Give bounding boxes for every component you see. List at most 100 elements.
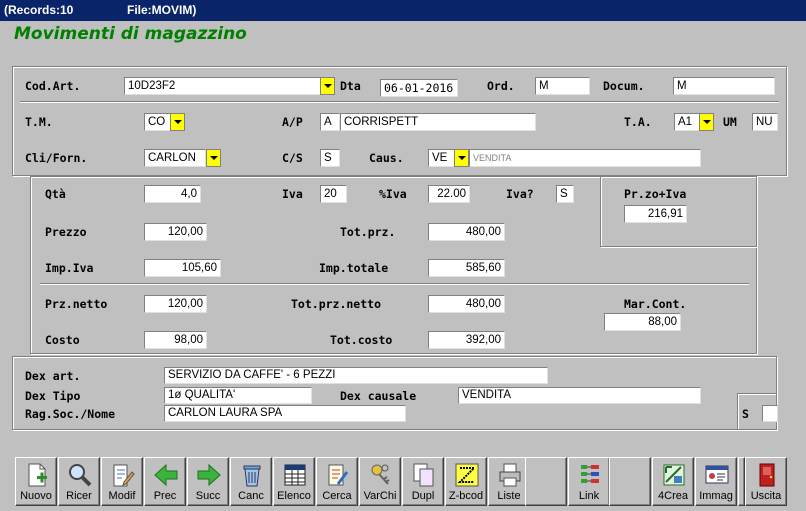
cod-art-field[interactable]: 10D23F2 <box>124 77 321 95</box>
imp-totale-label: Imp.totale <box>319 261 389 275</box>
caus-desc-field: VENDITA <box>469 149 701 167</box>
prz-netto-field[interactable]: 120,00 <box>144 295 207 313</box>
new-doc-icon <box>28 463 47 487</box>
dta-label: Dta <box>340 79 361 93</box>
link-button[interactable]: Link <box>568 457 610 506</box>
rag-soc-label: Rag.Soc./Nome <box>25 407 116 421</box>
ta-dropdown-icon[interactable] <box>699 113 714 131</box>
copy-icon <box>413 463 434 487</box>
cli-label: Cli/Forn. <box>25 151 88 165</box>
uscita-button[interactable]: Uscita <box>745 457 787 506</box>
nuovo-button[interactable]: Nuovo <box>15 457 57 506</box>
perc-iva-label: %Iva <box>379 187 407 201</box>
dta-field[interactable]: 06-01-2016 <box>380 79 458 97</box>
nuovo-label: Nuovo <box>20 490 52 502</box>
tot-prz-field[interactable]: 480,00 <box>428 223 505 241</box>
link-icon <box>581 465 599 483</box>
arrow-right-icon <box>197 463 221 487</box>
tm-label: T.M. <box>25 115 53 129</box>
tot-costo-field[interactable]: 392,00 <box>428 331 505 349</box>
costo-field[interactable]: 98,00 <box>144 331 207 349</box>
mar-cont-field[interactable]: 88,00 <box>604 313 681 331</box>
tot-prz-netto-label: Tot.prz.netto <box>291 297 382 311</box>
elenco-label: Elenco <box>277 490 311 502</box>
prz-netto-label: Prz.netto <box>45 297 108 311</box>
prezzo-field[interactable]: 120,00 <box>144 223 207 241</box>
ap-field[interactable]: A <box>320 113 340 131</box>
zbcod-button[interactable]: Z-bcod <box>445 457 487 506</box>
s-label: S <box>742 407 749 421</box>
cerca-button[interactable]: Cerca <box>316 457 358 506</box>
header-divider <box>20 101 779 103</box>
iva-field[interactable]: 20 <box>320 185 347 203</box>
rag-soc-field[interactable]: CARLON LAURA SPA <box>164 405 406 422</box>
caus-label: Caus. <box>369 151 404 165</box>
succ-button[interactable]: Succ <box>187 457 229 506</box>
cod-art-label: Cod.Art. <box>25 79 81 93</box>
elenco-button[interactable]: Elenco <box>273 457 315 506</box>
uscita-label: Uscita <box>750 490 782 502</box>
imp-iva-field[interactable]: 105,60 <box>144 259 221 277</box>
ta-field[interactable]: A1 <box>674 113 700 131</box>
price-iva-field[interactable]: 216,91 <box>624 205 687 223</box>
printer-icon <box>499 463 521 487</box>
succ-label: Succ <box>195 490 221 502</box>
cs-field[interactable]: S <box>320 149 340 167</box>
cod-art-dropdown-icon[interactable] <box>320 77 335 95</box>
tot-prz-label: Tot.prz. <box>340 225 396 239</box>
dex-tipo-field[interactable]: 1ø QUALITA' <box>164 387 312 404</box>
immag-button[interactable]: Immag <box>695 457 737 506</box>
file-name: File:MOVIM) <box>127 3 197 17</box>
ord-label: Ord. <box>487 79 515 93</box>
canc-button[interactable]: Canc <box>230 457 272 506</box>
cli-dropdown-icon[interactable] <box>206 149 221 167</box>
immag-label: Immag <box>699 490 733 502</box>
values-divider <box>40 283 749 285</box>
exit-door-icon <box>759 463 775 487</box>
empty-button-2[interactable] <box>609 457 651 506</box>
mar-cont-label: Mar.Cont. <box>624 297 687 311</box>
um-label: UM <box>723 115 737 129</box>
varchi-button[interactable]: VarChi <box>359 457 401 506</box>
caus-dropdown-icon[interactable] <box>454 149 469 167</box>
window-titlebar: (Records:10 File:MOVIM) <box>0 0 806 21</box>
docum-label: Docum. <box>603 79 645 93</box>
zbcod-label: Z-bcod <box>448 490 484 502</box>
ricer-button[interactable]: Ricer <box>58 457 100 506</box>
records-count: (Records:10 <box>4 3 74 17</box>
crea-button[interactable]: 4Crea <box>652 457 694 506</box>
cli-field[interactable]: CARLON <box>144 149 206 167</box>
tot-prz-netto-field[interactable]: 480,00 <box>428 295 505 313</box>
s-field[interactable] <box>762 405 778 422</box>
costo-label: Costo <box>45 333 80 347</box>
barcode-icon <box>455 463 479 487</box>
liste-button[interactable]: Liste <box>488 457 530 506</box>
qta-field[interactable]: 4,0 <box>144 185 201 203</box>
tm-field[interactable]: CO <box>144 113 171 131</box>
varchi-label: VarChi <box>363 490 397 502</box>
iva-label: Iva <box>282 187 303 201</box>
price-iva-label: Pr.zo+Iva <box>624 187 687 201</box>
ord-field[interactable]: M <box>535 77 590 95</box>
prec-button[interactable]: Prec <box>144 457 186 506</box>
perc-iva-field[interactable]: 22.00 <box>428 185 470 203</box>
dex-causale-field[interactable]: VENDITA <box>458 387 701 404</box>
dupl-button[interactable]: Dupl <box>402 457 444 506</box>
ap-name-field[interactable]: CORRISPETT <box>340 113 536 131</box>
caus-field[interactable]: VE <box>428 149 455 167</box>
docum-field[interactable]: M <box>673 77 775 95</box>
modif-button[interactable]: Modif <box>101 457 143 506</box>
modif-label: Modif <box>108 490 136 502</box>
imp-totale-field[interactable]: 585,60 <box>428 259 505 277</box>
arrow-left-icon <box>154 463 178 487</box>
magnifier-icon <box>69 464 92 487</box>
iva-question-field[interactable]: S <box>556 185 574 203</box>
um-field[interactable]: NU <box>752 113 778 131</box>
toolbar: Nuovo Ricer Modif Prec Succ Canc Elenco … <box>11 457 791 507</box>
crea-label: 4Crea <box>658 490 688 502</box>
tm-dropdown-icon[interactable] <box>170 113 185 131</box>
dex-tipo-label: Dex Tipo <box>25 389 81 403</box>
dex-art-field[interactable]: SERVIZIO DA CAFFE' - 6 PEZZI <box>164 367 548 384</box>
empty-button-1[interactable] <box>525 457 567 506</box>
grid-icon <box>284 464 306 486</box>
